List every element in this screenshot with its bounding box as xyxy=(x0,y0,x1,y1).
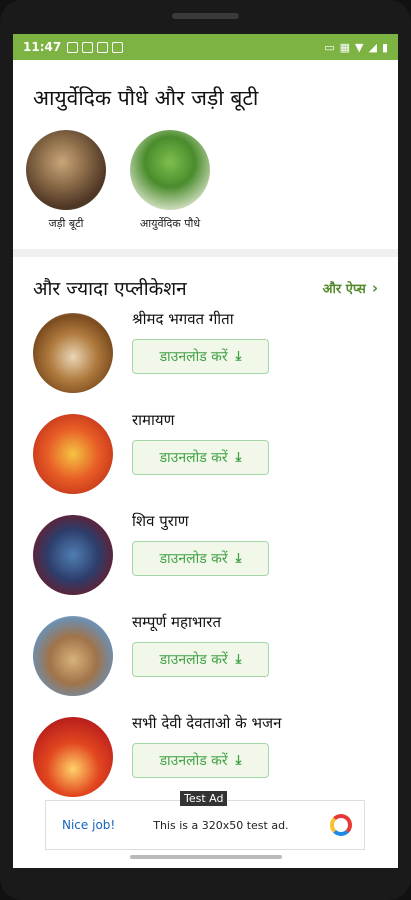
app-screen: 11:47 ▭ ▦ ▼ ◢ ▮ आयुर्वेदिक पौधे और जड़ी … xyxy=(13,34,398,868)
download-button[interactable]: डाउनलोड करें ⤓ xyxy=(132,541,269,576)
download-button-label: डाउनलोड करें xyxy=(159,753,228,769)
status-time: 11:47 xyxy=(23,40,62,54)
app-name: सभी देवी देवताओ के भजन xyxy=(132,714,282,732)
signal-icon: ◢ xyxy=(368,40,377,54)
download-icon: ⤓ xyxy=(235,450,242,465)
battery-saver-icon: ▭ xyxy=(324,40,335,54)
download-button[interactable]: डाउनलोड करें ⤓ xyxy=(132,339,269,374)
more-apps-header: और ज्यादा एप्लीकेशन और ऐप्स › xyxy=(13,257,398,301)
notification-icon xyxy=(97,41,109,53)
category-label: आयुर्वेदिक पौधे xyxy=(139,217,201,230)
data-icon: ▦ xyxy=(339,40,350,54)
app-name: रामायण xyxy=(132,411,175,429)
title-area: आयुर्वेदिक पौधे और जड़ी बूटी xyxy=(13,60,398,112)
download-button[interactable]: डाउनलोड करें ⤓ xyxy=(132,440,269,475)
app-name: सम्पूर्ण महाभारत xyxy=(132,613,221,631)
list-item: सम्पूर्ण महाभारत डाउनलोड करें ⤓ xyxy=(33,612,398,713)
ramayan-thumbnail[interactable] xyxy=(33,414,113,494)
list-item: श्रीमद भगवत गीता डाउनलोड करें ⤓ xyxy=(33,301,398,410)
phone-frame: 11:47 ▭ ▦ ▼ ◢ ▮ आयुर्वेदिक पौधे और जड़ी … xyxy=(0,0,411,900)
app-list: श्रीमद भगवत गीता डाउनलोड करें ⤓ रामायण ड… xyxy=(13,301,398,814)
app-info: सभी देवी देवताओ के भजन डाउनलोड करें ⤓ xyxy=(132,714,281,778)
download-button-label: डाउनलोड करें xyxy=(159,551,228,567)
category-row: जड़ी बूटी आयुर्वेदिक पौधे xyxy=(13,112,398,231)
mahabharat-thumbnail[interactable] xyxy=(33,616,113,696)
ad-banner[interactable]: Test Ad Nice job! This is a 320x50 test … xyxy=(45,791,365,850)
status-bar: 11:47 ▭ ▦ ▼ ◢ ▮ xyxy=(13,34,398,60)
category-plants[interactable]: आयुर्वेदिक पौधे xyxy=(129,130,211,231)
list-item: रामायण डाउनलोड करें ⤓ xyxy=(33,410,398,511)
download-icon: ⤓ xyxy=(235,349,242,364)
app-info: रामायण डाउनलोड करें ⤓ xyxy=(132,411,269,475)
bhajan-thumbnail[interactable] xyxy=(33,717,113,797)
notification-icon xyxy=(82,41,94,53)
notification-icon xyxy=(112,41,124,53)
app-info: श्रीमद भगवत गीता डाउनलोड करें ⤓ xyxy=(132,310,269,374)
gesture-nav-bar[interactable] xyxy=(130,855,282,859)
app-info: शिव पुराण डाउनलोड करें ⤓ xyxy=(132,512,269,576)
ad-nice-link[interactable]: Nice job! xyxy=(62,818,115,832)
download-icon: ⤓ xyxy=(235,551,242,566)
app-name: श्रीमद भगवत गीता xyxy=(132,310,234,328)
shiv-puran-thumbnail[interactable] xyxy=(33,515,113,595)
more-apps-link-label: और ऐप्स xyxy=(322,282,366,297)
app-name: शिव पुराण xyxy=(132,512,189,530)
list-item: शिव पुराण डाउनलोड करें ⤓ xyxy=(33,511,398,612)
download-icon: ⤓ xyxy=(235,652,242,667)
app-info: सम्पूर्ण महाभारत डाउनलोड करें ⤓ xyxy=(132,613,269,677)
download-button-label: डाउनलोड करें xyxy=(159,450,228,466)
plant-image xyxy=(130,130,210,210)
ad-tag: Test Ad xyxy=(180,791,228,806)
more-apps-link[interactable]: और ऐप्स › xyxy=(323,279,378,297)
more-apps-title: और ज्यादा एप्लीकेशन xyxy=(33,278,187,300)
download-icon: ⤓ xyxy=(235,753,242,768)
section-divider xyxy=(13,249,398,257)
category-label: जड़ी बूटी xyxy=(48,217,84,230)
category-herbs[interactable]: जड़ी बूटी xyxy=(25,130,107,231)
gita-thumbnail[interactable] xyxy=(33,313,113,393)
camera-status-icon xyxy=(67,41,79,53)
download-button[interactable]: डाउनलोड करें ⤓ xyxy=(132,743,269,778)
download-button-label: डाउनलोड करें xyxy=(159,349,228,365)
speaker-grille xyxy=(172,13,239,19)
ad-text: This is a 320x50 test ad. xyxy=(153,818,289,832)
herbs-image xyxy=(26,130,106,210)
chevron-right-icon: › xyxy=(371,279,378,297)
battery-icon: ▮ xyxy=(381,40,388,54)
page-title: आयुर्वेदिक पौधे और जड़ी बूटी xyxy=(33,86,259,110)
download-button-label: डाउनलोड करें xyxy=(159,652,228,668)
status-right-icons: ▭ ▦ ▼ ◢ ▮ xyxy=(324,41,388,54)
download-button[interactable]: डाउनलोड करें ⤓ xyxy=(132,642,269,677)
ad-logo-icon xyxy=(330,814,352,836)
wifi-icon: ▼ xyxy=(355,40,364,54)
